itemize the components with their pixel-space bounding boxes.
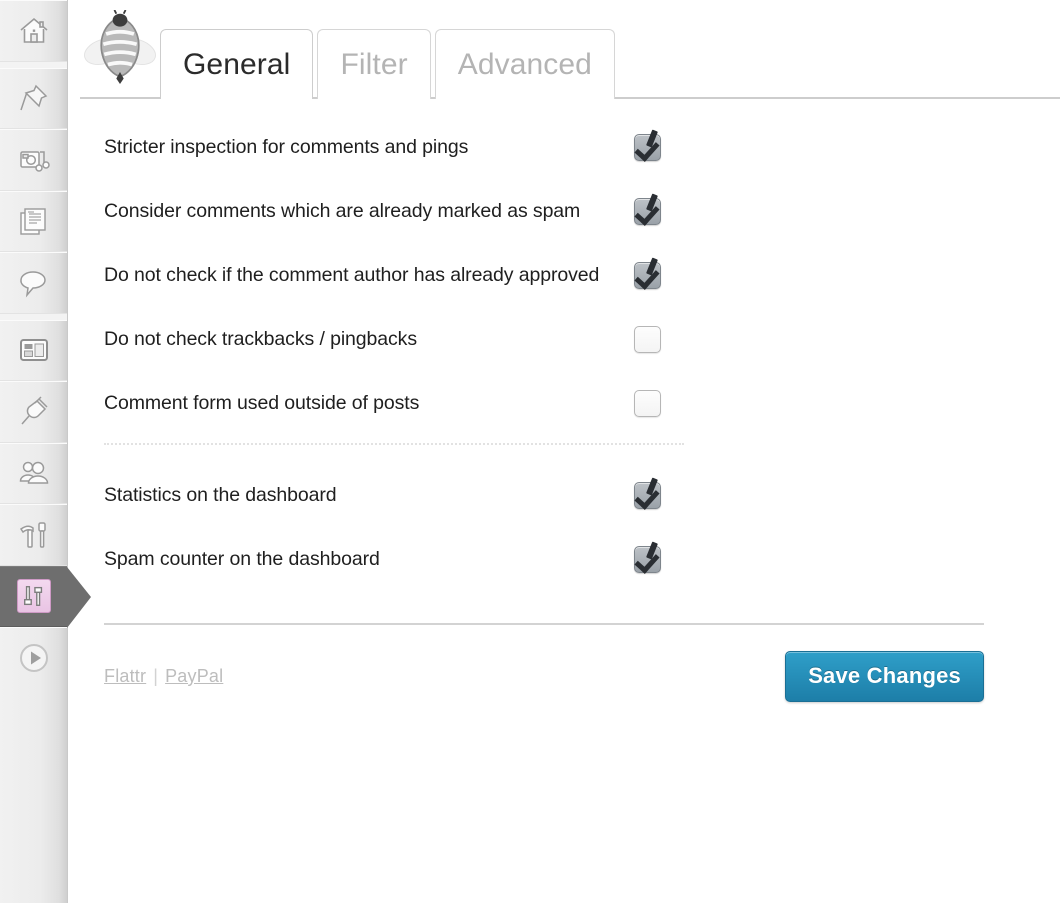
sidebar-item-tools[interactable] (0, 504, 67, 566)
tab-general[interactable]: General (160, 29, 314, 99)
admin-sidebar (0, 0, 91, 903)
settings-group-divider (104, 443, 684, 445)
checkbox-skip-approved-author[interactable] (634, 261, 661, 289)
setting-label: Consider comments which are already mark… (104, 199, 581, 222)
setting-label: Do not check trackbacks / pingbacks (104, 327, 417, 350)
tab-advanced-label: Advanced (457, 47, 592, 81)
sidebar-item-comments[interactable] (0, 252, 67, 314)
checkbox-cell (634, 325, 690, 353)
setting-row-spam-counter-dashboard: Spam counter on the dashboard (68, 535, 1060, 583)
comment-bubble-icon (17, 266, 51, 300)
save-changes-button[interactable]: Save Changes (785, 651, 984, 702)
setting-label: Do not check if the comment author has a… (104, 263, 600, 286)
checkbox-comment-form-outside-posts[interactable] (634, 389, 661, 417)
tab-filter-label: Filter (340, 47, 408, 81)
checkbox-spam-counter-dashboard[interactable] (634, 545, 661, 573)
general-settings-panel: Stricter inspection for comments and pin… (68, 99, 1060, 702)
hammer-wrench-icon (17, 518, 51, 552)
setting-row-skip-trackbacks: Do not check trackbacks / pingbacks (68, 315, 1060, 363)
setting-row-consider-spam-marked: Consider comments which are already mark… (68, 187, 1060, 235)
play-circle-icon (17, 641, 51, 675)
home-icon (17, 14, 51, 48)
setting-label: Comment form used outside of posts (104, 391, 420, 414)
tab-advanced[interactable]: Advanced (434, 29, 615, 99)
link-flattr[interactable]: Flattr (104, 666, 146, 686)
sidebar-item-media[interactable] (0, 129, 67, 191)
setting-label: Stricter inspection for comments and pin… (104, 135, 469, 158)
tab-general-label: General (183, 47, 291, 81)
setting-row-comment-form-outside-posts: Comment form used outside of posts (68, 379, 1060, 427)
pages-icon (17, 204, 51, 238)
tab-bar: General Filter Advanced (68, 0, 1060, 99)
sidebar-item-posts[interactable] (0, 67, 67, 129)
users-icon (17, 456, 51, 490)
sidebar-item-users[interactable] (0, 442, 67, 504)
setting-row-stricter-inspection: Stricter inspection for comments and pin… (68, 123, 1060, 171)
sidebar-item-pages[interactable] (0, 190, 67, 252)
media-icon (17, 143, 51, 177)
pin-icon (17, 81, 51, 115)
antispam-bee-settings-page: General Filter Advanced Stricter inspect… (0, 0, 1060, 903)
checkbox-skip-trackbacks[interactable] (634, 325, 661, 353)
setting-label: Spam counter on the dashboard (104, 547, 380, 570)
checkbox-statistics-dashboard[interactable] (634, 481, 661, 509)
setting-row-statistics-dashboard: Statistics on the dashboard (68, 471, 1060, 519)
checkbox-cell (634, 389, 690, 417)
checkbox-consider-spam-marked[interactable] (634, 197, 661, 225)
page-footer: Flattr | PayPal Save Changes (68, 625, 984, 702)
sidebar-item-settings[interactable] (0, 565, 91, 627)
checkbox-stricter-inspection[interactable] (634, 133, 661, 161)
setting-label: Statistics on the dashboard (104, 483, 337, 506)
tab-filter[interactable]: Filter (317, 29, 431, 99)
sliders-icon (16, 579, 51, 614)
sidebar-item-appearance[interactable] (0, 319, 67, 381)
setting-row-skip-approved-author: Do not check if the comment author has a… (68, 251, 1060, 299)
link-separator: | (153, 666, 159, 686)
checkbox-cell (634, 197, 690, 225)
layout-icon (17, 333, 51, 367)
checkbox-cell (634, 261, 690, 289)
checkbox-cell (634, 481, 690, 509)
antispam-bee-icon (83, 9, 157, 89)
checkbox-cell (634, 133, 690, 161)
link-paypal[interactable]: PayPal (165, 666, 223, 686)
antispam-bee-logo (80, 9, 160, 99)
main-content: General Filter Advanced Stricter inspect… (68, 0, 1060, 903)
sidebar-item-plugins[interactable] (0, 381, 67, 443)
donation-links: Flattr | PayPal (104, 666, 223, 687)
sidebar-item-collapse-menu[interactable] (0, 627, 67, 689)
sidebar-item-dashboard[interactable] (0, 0, 67, 62)
checkbox-cell (634, 545, 690, 573)
plug-icon (17, 395, 51, 429)
